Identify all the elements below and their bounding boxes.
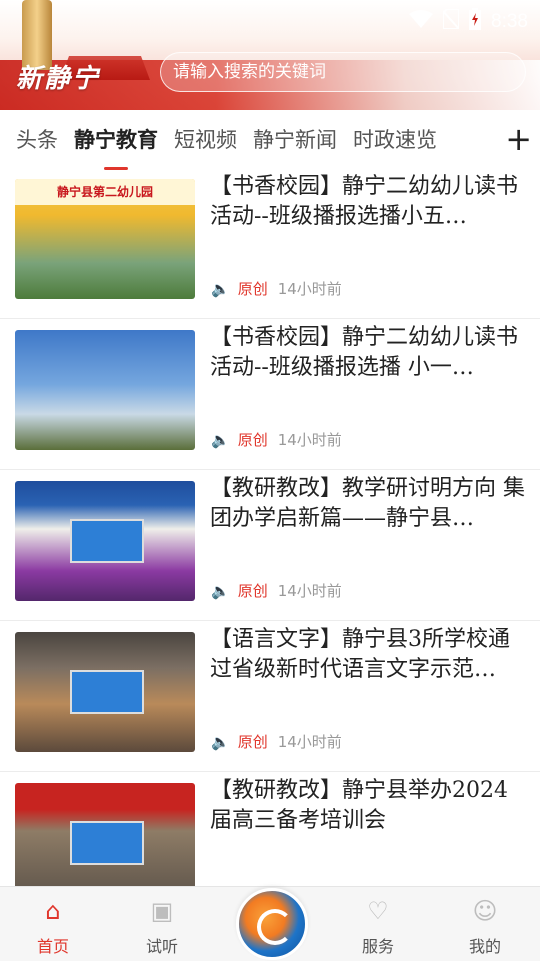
- nav-service[interactable]: ♡ 服务: [338, 897, 418, 957]
- article-meta: 🔈 原创 14小时前: [211, 278, 342, 299]
- thumbnail-screen: [70, 821, 144, 865]
- original-tag: 原创: [237, 280, 268, 298]
- speaker-icon[interactable]: 🔈: [211, 280, 230, 298]
- nav-label: 服务: [361, 937, 394, 956]
- nav-profile[interactable]: ☺ 我的: [445, 897, 525, 957]
- user-icon: ☺: [472, 897, 498, 925]
- tab-politics-brief[interactable]: 时政速览: [353, 124, 437, 154]
- nav-listen[interactable]: ▣ 试听: [122, 897, 202, 957]
- no-sim-icon: [442, 8, 461, 35]
- speaker-icon[interactable]: 🔈: [211, 431, 230, 449]
- article-meta: 🔈 原创 14小时前: [211, 580, 342, 601]
- thumbnail-screen: [70, 670, 144, 714]
- tv-icon: ▣: [150, 897, 174, 925]
- article-time: 14小时前: [277, 733, 342, 751]
- article-meta: 🔈 原创 14小时前: [211, 731, 342, 752]
- app-header: 新静宁 8:38: [0, 0, 540, 110]
- status-bar: 8:38: [409, 8, 528, 36]
- tab-short-video[interactable]: 短视频: [174, 124, 237, 154]
- article-thumbnail: [15, 330, 195, 450]
- original-tag: 原创: [237, 431, 268, 449]
- status-time: 8:38: [491, 11, 528, 32]
- list-item[interactable]: 【书香校园】静宁二幼幼儿读书活动--班级播报选播 小一… 🔈 原创 14小时前: [0, 319, 540, 470]
- tab-jingning-news[interactable]: 静宁新闻: [253, 124, 337, 154]
- battery-charging-icon: [469, 8, 482, 36]
- nav-label: 我的: [468, 937, 501, 956]
- article-thumbnail: [15, 481, 195, 601]
- article-title: 【语言文字】静宁县3所学校通过省级新时代语言文字示范…: [210, 627, 510, 682]
- list-item[interactable]: 【语言文字】静宁县3所学校通过省级新时代语言文字示范… 🔈 原创 14小时前: [0, 621, 540, 772]
- wifi-icon: [409, 10, 434, 34]
- thumbnail-screen: [70, 519, 144, 563]
- article-list: 静宁县第二幼儿园 【书香校园】静宁二幼幼儿读书活动--班级播报选播小五… 🔈 原…: [0, 168, 540, 923]
- speaker-icon[interactable]: 🔈: [211, 582, 230, 600]
- heart-icon: ♡: [367, 897, 389, 925]
- article-title: 【教研教改】教学研讨明方向 集团办学启新篇——静宁县…: [210, 476, 525, 531]
- article-thumbnail: 静宁县第二幼儿园: [15, 179, 195, 299]
- add-channel-button[interactable]: +: [505, 120, 532, 158]
- center-logo-button[interactable]: [236, 888, 308, 960]
- original-tag: 原创: [237, 733, 268, 751]
- speaker-icon[interactable]: 🔈: [211, 733, 230, 751]
- tab-jingning-education[interactable]: 静宁教育: [74, 124, 158, 170]
- article-time: 14小时前: [277, 280, 342, 298]
- article-title: 【书香校园】静宁二幼幼儿读书活动--班级播报选播小五…: [210, 174, 519, 229]
- nav-label: 试听: [145, 937, 178, 956]
- article-time: 14小时前: [277, 582, 342, 600]
- list-item[interactable]: 静宁县第二幼儿园 【书香校园】静宁二幼幼儿读书活动--班级播报选播小五… 🔈 原…: [0, 168, 540, 319]
- nav-home[interactable]: ⌂ 首页: [13, 897, 93, 957]
- tabs-fade: [450, 110, 510, 168]
- search-bar[interactable]: [160, 52, 526, 92]
- article-thumbnail: [15, 632, 195, 752]
- thumbnail-caption: 静宁县第二幼儿园: [15, 179, 195, 205]
- article-thumbnail: [15, 783, 195, 903]
- tab-headlines[interactable]: 头条: [16, 124, 58, 154]
- plus-icon: +: [505, 120, 532, 158]
- original-tag: 原创: [237, 582, 268, 600]
- app-logo[interactable]: 新静宁: [16, 58, 100, 95]
- home-icon: ⌂: [45, 897, 61, 925]
- article-meta: 🔈 原创 14小时前: [211, 429, 342, 450]
- article-title: 【教研教改】静宁县举办2024届高三备考培训会: [210, 778, 508, 833]
- article-title: 【书香校园】静宁二幼幼儿读书活动--班级播报选播 小一…: [210, 325, 519, 380]
- nav-label: 首页: [36, 937, 69, 956]
- list-item[interactable]: 【教研教改】教学研讨明方向 集团办学启新篇——静宁县… 🔈 原创 14小时前: [0, 470, 540, 621]
- article-time: 14小时前: [277, 431, 342, 449]
- search-input[interactable]: [171, 61, 525, 83]
